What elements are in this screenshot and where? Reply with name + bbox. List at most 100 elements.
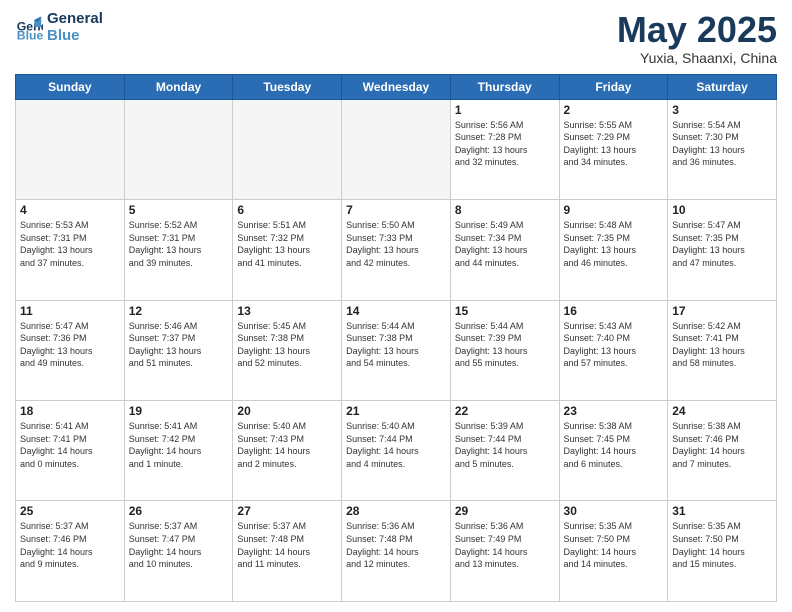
calendar-cell: 22 Sunrise: 5:39 AMSunset: 7:44 PMDayligh… <box>450 401 559 501</box>
day-number: 13 <box>237 304 337 318</box>
calendar-cell: 21 Sunrise: 5:40 AMSunset: 7:44 PMDayligh… <box>342 401 451 501</box>
day-number: 23 <box>564 404 664 418</box>
calendar-cell <box>342 99 451 199</box>
day-number: 22 <box>455 404 555 418</box>
cell-content: Sunrise: 5:43 AMSunset: 7:40 PMDaylight:… <box>564 320 664 370</box>
location-subtitle: Yuxia, Shaanxi, China <box>617 50 777 66</box>
cell-content: Sunrise: 5:45 AMSunset: 7:38 PMDaylight:… <box>237 320 337 370</box>
cell-content: Sunrise: 5:36 AMSunset: 7:48 PMDaylight:… <box>346 520 446 570</box>
page: General Blue General Blue May 2025 Yuxia… <box>0 0 792 612</box>
day-number: 4 <box>20 203 120 217</box>
cell-content: Sunrise: 5:46 AMSunset: 7:37 PMDaylight:… <box>129 320 229 370</box>
cell-content: Sunrise: 5:47 AMSunset: 7:35 PMDaylight:… <box>672 219 772 269</box>
day-number: 9 <box>564 203 664 217</box>
logo-icon: General Blue <box>15 13 43 41</box>
header: General Blue General Blue May 2025 Yuxia… <box>15 10 777 66</box>
calendar-cell: 26 Sunrise: 5:37 AMSunset: 7:47 PMDayligh… <box>124 501 233 602</box>
day-number: 28 <box>346 504 446 518</box>
day-number: 29 <box>455 504 555 518</box>
cell-content: Sunrise: 5:39 AMSunset: 7:44 PMDaylight:… <box>455 420 555 470</box>
day-number: 8 <box>455 203 555 217</box>
calendar-cell: 23 Sunrise: 5:38 AMSunset: 7:45 PMDayligh… <box>559 401 668 501</box>
day-number: 17 <box>672 304 772 318</box>
calendar-cell: 10 Sunrise: 5:47 AMSunset: 7:35 PMDayligh… <box>668 200 777 300</box>
cell-content: Sunrise: 5:40 AMSunset: 7:44 PMDaylight:… <box>346 420 446 470</box>
day-number: 2 <box>564 103 664 117</box>
calendar-cell: 11 Sunrise: 5:47 AMSunset: 7:36 PMDayligh… <box>16 300 125 400</box>
day-number: 30 <box>564 504 664 518</box>
day-number: 21 <box>346 404 446 418</box>
calendar-cell: 30Sunrise: 5:35 AMSunset: 7:50 PMDayligh… <box>559 501 668 602</box>
cell-content: Sunrise: 5:37 AMSunset: 7:47 PMDaylight:… <box>129 520 229 570</box>
day-number: 6 <box>237 203 337 217</box>
day-number: 1 <box>455 103 555 117</box>
day-number: 27 <box>237 504 337 518</box>
day-number: 25 <box>20 504 120 518</box>
calendar-cell: 15 Sunrise: 5:44 AMSunset: 7:39 PMDayligh… <box>450 300 559 400</box>
day-number: 14 <box>346 304 446 318</box>
cell-content: Sunrise: 5:51 AMSunset: 7:32 PMDaylight:… <box>237 219 337 269</box>
cell-content: Sunrise: 5:49 AMSunset: 7:34 PMDaylight:… <box>455 219 555 269</box>
day-number: 19 <box>129 404 229 418</box>
calendar-cell: 16 Sunrise: 5:43 AMSunset: 7:40 PMDayligh… <box>559 300 668 400</box>
calendar-cell: 27 Sunrise: 5:37 AMSunset: 7:48 PMDayligh… <box>233 501 342 602</box>
cell-content: Sunrise: 5:37 AMSunset: 7:48 PMDaylight:… <box>237 520 337 570</box>
logo-line1: General <box>47 10 103 27</box>
calendar-cell: 25Sunrise: 5:37 AMSunset: 7:46 PMDayligh… <box>16 501 125 602</box>
weekday-header-tuesday: Tuesday <box>233 74 342 99</box>
day-number: 3 <box>672 103 772 117</box>
cell-content: Sunrise: 5:41 AMSunset: 7:41 PMDaylight:… <box>20 420 120 470</box>
calendar-cell: 17 Sunrise: 5:42 AMSunset: 7:41 PMDayligh… <box>668 300 777 400</box>
month-title: May 2025 <box>617 10 777 50</box>
day-number: 12 <box>129 304 229 318</box>
title-block: May 2025 Yuxia, Shaanxi, China <box>617 10 777 66</box>
calendar-cell: 3 Sunrise: 5:54 AMSunset: 7:30 PMDaylight… <box>668 99 777 199</box>
calendar-cell: 7Sunrise: 5:50 AMSunset: 7:33 PMDaylight… <box>342 200 451 300</box>
day-number: 24 <box>672 404 772 418</box>
cell-content: Sunrise: 5:53 AMSunset: 7:31 PMDaylight:… <box>20 219 120 269</box>
weekday-header-monday: Monday <box>124 74 233 99</box>
day-number: 16 <box>564 304 664 318</box>
cell-content: Sunrise: 5:54 AMSunset: 7:30 PMDaylight:… <box>672 119 772 169</box>
calendar-cell: 29Sunrise: 5:36 AMSunset: 7:49 PMDayligh… <box>450 501 559 602</box>
cell-content: Sunrise: 5:44 AMSunset: 7:39 PMDaylight:… <box>455 320 555 370</box>
cell-content: Sunrise: 5:35 AMSunset: 7:50 PMDaylight:… <box>672 520 772 570</box>
calendar-cell: 19Sunrise: 5:41 AMSunset: 7:42 PMDayligh… <box>124 401 233 501</box>
cell-content: Sunrise: 5:42 AMSunset: 7:41 PMDaylight:… <box>672 320 772 370</box>
calendar-cell: 31Sunrise: 5:35 AMSunset: 7:50 PMDayligh… <box>668 501 777 602</box>
calendar-cell: 28 Sunrise: 5:36 AMSunset: 7:48 PMDayligh… <box>342 501 451 602</box>
cell-content: Sunrise: 5:38 AMSunset: 7:45 PMDaylight:… <box>564 420 664 470</box>
day-number: 10 <box>672 203 772 217</box>
calendar-cell: 4 Sunrise: 5:53 AMSunset: 7:31 PMDaylight… <box>16 200 125 300</box>
calendar-table: SundayMondayTuesdayWednesdayThursdayFrid… <box>15 74 777 602</box>
calendar-cell <box>16 99 125 199</box>
logo: General Blue General Blue <box>15 10 103 44</box>
day-number: 15 <box>455 304 555 318</box>
calendar-cell: 2 Sunrise: 5:55 AMSunset: 7:29 PMDaylight… <box>559 99 668 199</box>
calendar-cell <box>233 99 342 199</box>
day-number: 11 <box>20 304 120 318</box>
day-number: 26 <box>129 504 229 518</box>
cell-content: Sunrise: 5:55 AMSunset: 7:29 PMDaylight:… <box>564 119 664 169</box>
cell-content: Sunrise: 5:48 AMSunset: 7:35 PMDaylight:… <box>564 219 664 269</box>
calendar-cell: 14Sunrise: 5:44 AMSunset: 7:38 PMDayligh… <box>342 300 451 400</box>
calendar-cell: 24 Sunrise: 5:38 AMSunset: 7:46 PMDayligh… <box>668 401 777 501</box>
day-number: 5 <box>129 203 229 217</box>
day-number: 7 <box>346 203 446 217</box>
calendar-cell: 5 Sunrise: 5:52 AMSunset: 7:31 PMDaylight… <box>124 200 233 300</box>
cell-content: Sunrise: 5:47 AMSunset: 7:36 PMDaylight:… <box>20 320 120 370</box>
cell-content: Sunrise: 5:56 AMSunset: 7:28 PMDaylight:… <box>455 119 555 169</box>
day-number: 20 <box>237 404 337 418</box>
cell-content: Sunrise: 5:40 AMSunset: 7:43 PMDaylight:… <box>237 420 337 470</box>
calendar-cell: 13 Sunrise: 5:45 AMSunset: 7:38 PMDayligh… <box>233 300 342 400</box>
calendar-cell: 6 Sunrise: 5:51 AMSunset: 7:32 PMDaylight… <box>233 200 342 300</box>
weekday-header-thursday: Thursday <box>450 74 559 99</box>
cell-content: Sunrise: 5:38 AMSunset: 7:46 PMDaylight:… <box>672 420 772 470</box>
calendar-cell: 9 Sunrise: 5:48 AMSunset: 7:35 PMDaylight… <box>559 200 668 300</box>
weekday-header-sunday: Sunday <box>16 74 125 99</box>
weekday-header-wednesday: Wednesday <box>342 74 451 99</box>
logo-line2: Blue <box>47 27 103 44</box>
calendar-cell: 20 Sunrise: 5:40 AMSunset: 7:43 PMDayligh… <box>233 401 342 501</box>
cell-content: Sunrise: 5:52 AMSunset: 7:31 PMDaylight:… <box>129 219 229 269</box>
calendar-cell: 8 Sunrise: 5:49 AMSunset: 7:34 PMDaylight… <box>450 200 559 300</box>
